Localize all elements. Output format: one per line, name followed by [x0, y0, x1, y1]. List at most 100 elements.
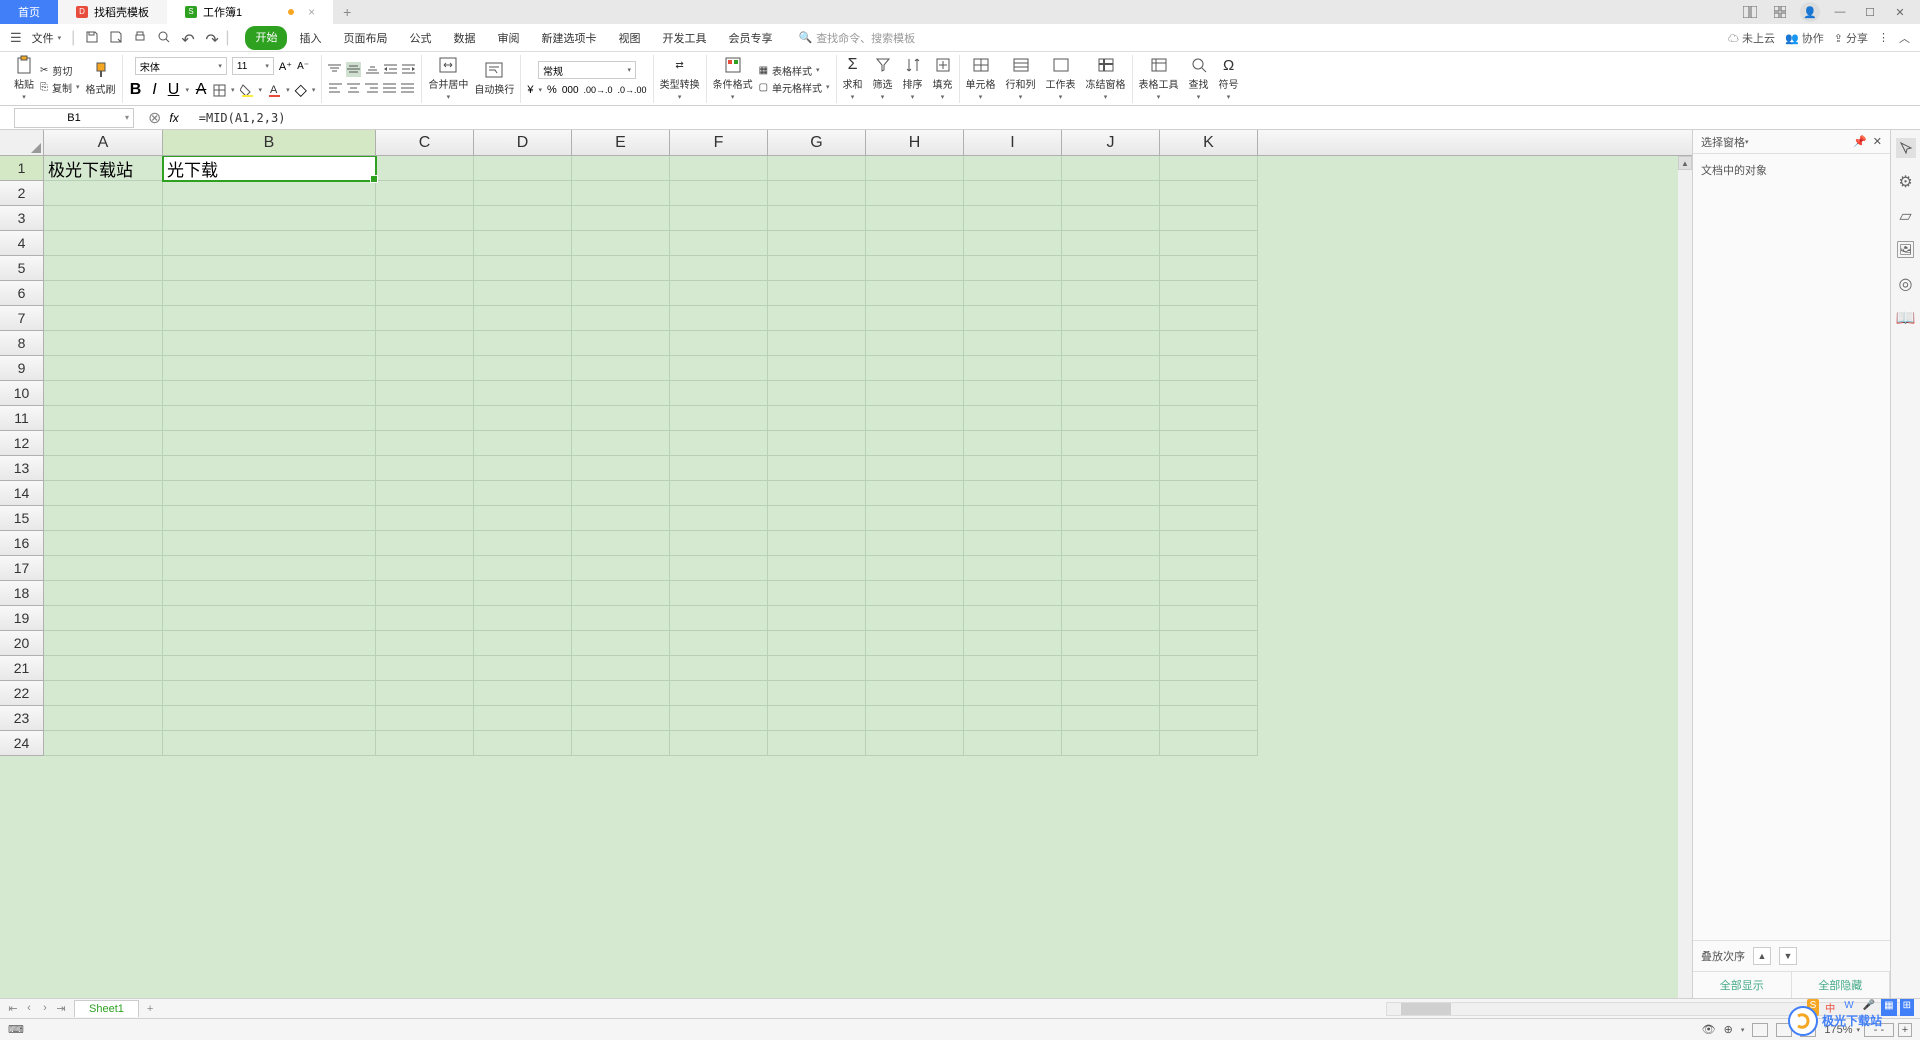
cell-G23[interactable]: [768, 706, 866, 731]
eye-icon[interactable]: 👁: [1702, 1023, 1716, 1036]
cell-C6[interactable]: [376, 281, 474, 306]
cell-A10[interactable]: [44, 381, 163, 406]
cell-D22[interactable]: [474, 681, 572, 706]
cell-J21[interactable]: [1062, 656, 1160, 681]
search-box[interactable]: 🔍 查找命令、搜索模板: [798, 30, 915, 46]
paste-button[interactable]: 粘贴▾: [14, 56, 34, 101]
cell-E7[interactable]: [572, 306, 670, 331]
cell-B19[interactable]: [163, 606, 376, 631]
col-header-K[interactable]: K: [1160, 130, 1258, 155]
symbol-button[interactable]: Ω符号▾: [1219, 56, 1239, 101]
cell-B14[interactable]: [163, 481, 376, 506]
cell-D2[interactable]: [474, 181, 572, 206]
cell-I10[interactable]: [964, 381, 1062, 406]
bold-icon[interactable]: B: [129, 81, 143, 99]
align-left-icon[interactable]: [329, 82, 342, 95]
cell-H10[interactable]: [866, 381, 964, 406]
cell-E12[interactable]: [572, 431, 670, 456]
cell-J10[interactable]: [1062, 381, 1160, 406]
cell-J20[interactable]: [1062, 631, 1160, 656]
close-panel-icon[interactable]: ✕: [1873, 135, 1882, 148]
cell-F1[interactable]: [670, 156, 768, 181]
col-header-D[interactable]: D: [474, 130, 572, 155]
redo-icon[interactable]: ↷ ▾: [205, 30, 221, 46]
cell-E11[interactable]: [572, 406, 670, 431]
cell-K20[interactable]: [1160, 631, 1258, 656]
cell-C24[interactable]: [376, 731, 474, 756]
row-header-12[interactable]: 12: [0, 431, 44, 456]
cell-I12[interactable]: [964, 431, 1062, 456]
percent-icon[interactable]: %: [547, 84, 557, 96]
cell-C15[interactable]: [376, 506, 474, 531]
cell-G9[interactable]: [768, 356, 866, 381]
cell-J19[interactable]: [1062, 606, 1160, 631]
cell-C18[interactable]: [376, 581, 474, 606]
cell-E4[interactable]: [572, 231, 670, 256]
cell-G17[interactable]: [768, 556, 866, 581]
cell-K6[interactable]: [1160, 281, 1258, 306]
cell-B23[interactable]: [163, 706, 376, 731]
input-mode-icon[interactable]: ⌨: [8, 1023, 24, 1036]
tab-template[interactable]: D 找稻壳模板: [58, 0, 167, 24]
cell-K15[interactable]: [1160, 506, 1258, 531]
cell-I14[interactable]: [964, 481, 1062, 506]
font-select[interactable]: 宋体▾: [135, 57, 227, 75]
align-bottom-icon[interactable]: [366, 63, 379, 76]
cell-E2[interactable]: [572, 181, 670, 206]
cell-G7[interactable]: [768, 306, 866, 331]
cell-A9[interactable]: [44, 356, 163, 381]
row-header-6[interactable]: 6: [0, 281, 44, 306]
cell-G19[interactable]: [768, 606, 866, 631]
cell-A12[interactable]: [44, 431, 163, 456]
cell-K1[interactable]: [1160, 156, 1258, 181]
cell-H5[interactable]: [866, 256, 964, 281]
row-header-21[interactable]: 21: [0, 656, 44, 681]
row-header-13[interactable]: 13: [0, 456, 44, 481]
cell-K12[interactable]: [1160, 431, 1258, 456]
cell-C13[interactable]: [376, 456, 474, 481]
preview-icon[interactable]: [157, 30, 173, 46]
cell-F2[interactable]: [670, 181, 768, 206]
decrease-font-icon[interactable]: A⁻: [297, 61, 309, 72]
freeze-button[interactable]: 冻结窗格▾: [1086, 56, 1126, 101]
cell-I22[interactable]: [964, 681, 1062, 706]
cell-A6[interactable]: [44, 281, 163, 306]
cell-B2[interactable]: [163, 181, 376, 206]
type-convert-button[interactable]: ⇄类型转换▾: [660, 56, 700, 101]
cell-I20[interactable]: [964, 631, 1062, 656]
row-header-18[interactable]: 18: [0, 581, 44, 606]
view-normal-icon[interactable]: [1752, 1023, 1768, 1037]
cell-D17[interactable]: [474, 556, 572, 581]
cell-E3[interactable]: [572, 206, 670, 231]
menu-tab-7[interactable]: 视图: [608, 26, 650, 50]
cell-H6[interactable]: [866, 281, 964, 306]
cell-G1[interactable]: [768, 156, 866, 181]
cell-D16[interactable]: [474, 531, 572, 556]
cell-G21[interactable]: [768, 656, 866, 681]
col-header-A[interactable]: A: [44, 130, 163, 155]
menu-tab-9[interactable]: 会员专享: [718, 26, 782, 50]
cell-D11[interactable]: [474, 406, 572, 431]
cell-H9[interactable]: [866, 356, 964, 381]
cell-J8[interactable]: [1062, 331, 1160, 356]
italic-icon[interactable]: I: [148, 81, 162, 99]
cell-C2[interactable]: [376, 181, 474, 206]
cell-H8[interactable]: [866, 331, 964, 356]
close-icon[interactable]: ×: [308, 5, 315, 19]
tab-home[interactable]: 首页: [0, 0, 58, 24]
cell-E6[interactable]: [572, 281, 670, 306]
cell-G20[interactable]: [768, 631, 866, 656]
cell-E22[interactable]: [572, 681, 670, 706]
cell-A7[interactable]: [44, 306, 163, 331]
cut-button[interactable]: ✂剪切: [40, 63, 80, 78]
tab-workbook[interactable]: S 工作簿1 ×: [167, 0, 333, 24]
sheet-first-icon[interactable]: ⇤: [6, 1002, 20, 1015]
cell-F9[interactable]: [670, 356, 768, 381]
cell-D8[interactable]: [474, 331, 572, 356]
cell-D15[interactable]: [474, 506, 572, 531]
cell-C12[interactable]: [376, 431, 474, 456]
cell-H12[interactable]: [866, 431, 964, 456]
cell-H23[interactable]: [866, 706, 964, 731]
cell-G22[interactable]: [768, 681, 866, 706]
row-header-17[interactable]: 17: [0, 556, 44, 581]
